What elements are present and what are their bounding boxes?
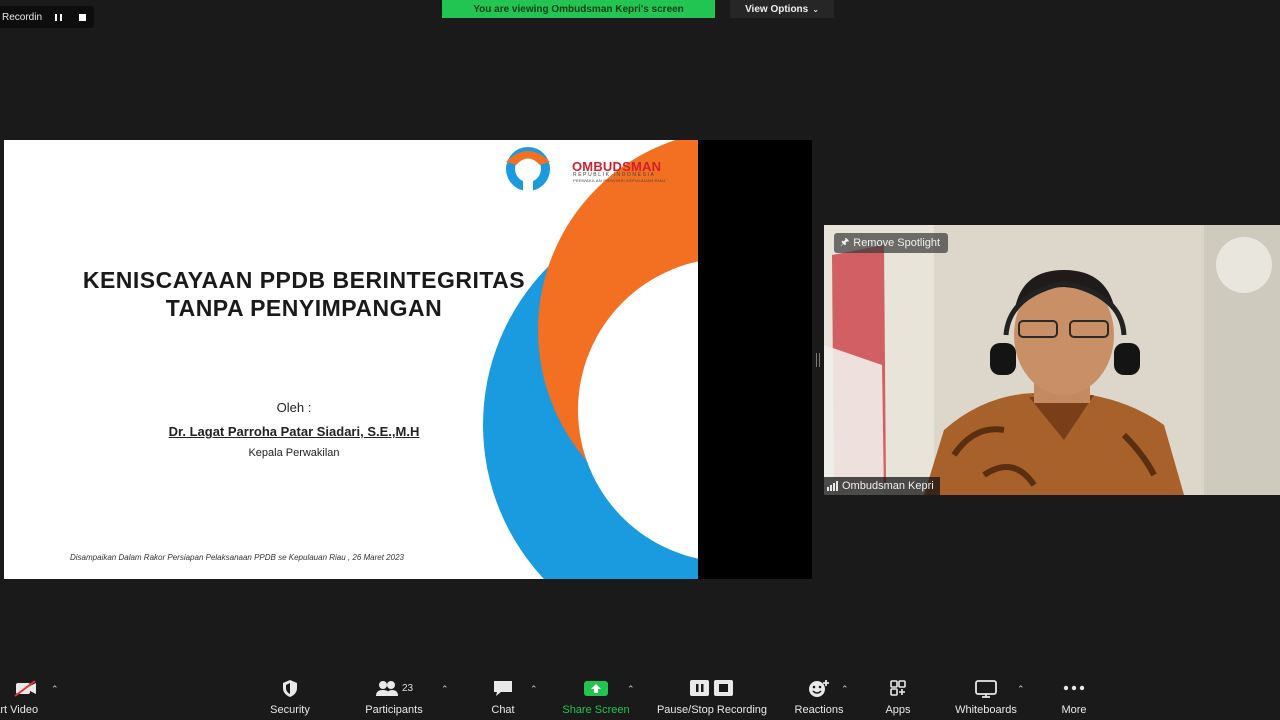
chat-options-caret[interactable]: ⌃ [530, 684, 538, 695]
presentation-slide: OMBUDSMAN REPUBLIK INDONESIA PERWAKILAN … [4, 140, 698, 579]
view-options-label: View Options [745, 3, 809, 15]
participants-icon: 23 [375, 676, 413, 700]
security-label: Security [270, 704, 310, 716]
participants-label: Participants [365, 704, 423, 716]
video-off-icon [11, 676, 37, 700]
chat-label: Chat [491, 704, 515, 716]
share-screen-icon [583, 676, 609, 700]
participant-video-tile[interactable]: 🖈 Remove Spotlight Ombudsman Kepri [824, 225, 1280, 495]
slide-presenter-role: Kepala Perwakilan [248, 447, 340, 459]
stop-recording-button[interactable] [74, 9, 90, 25]
view-options-button[interactable]: View Options ⌄ [730, 0, 834, 18]
reactions-button[interactable]: Reactions [790, 676, 848, 720]
participant-video-image [824, 225, 1280, 495]
shared-screen: OMBUDSMAN REPUBLIK INDONESIA PERWAKILAN … [4, 140, 812, 579]
shield-icon [280, 676, 300, 700]
remove-spotlight-label: Remove Spotlight [853, 237, 941, 249]
stop-icon [78, 13, 86, 21]
panel-splitter-handle[interactable] [815, 350, 821, 370]
zoom-meeting-window: Recording... You are viewing Ombudsman K… [0, 0, 1280, 720]
ombudsman-logo-icon [506, 147, 550, 196]
pause-icon [54, 13, 62, 21]
slide-presenter-name: Dr. Lagat Parroha Patar Siadari, S.E.,M.… [168, 424, 420, 439]
slide-by-label: Oleh : [276, 400, 312, 415]
slide-decorative-arcs [438, 140, 698, 579]
pause-recording-button[interactable] [50, 9, 66, 25]
apps-icon [888, 676, 908, 700]
slide-footer: Disampaikan Dalam Rakor Persiapan Pelaks… [70, 553, 404, 562]
more-button[interactable]: More [1052, 676, 1096, 720]
chat-button[interactable]: Chat [478, 676, 528, 720]
apps-label: Apps [885, 704, 911, 716]
participants-button[interactable]: 23 Participants [358, 676, 430, 720]
participants-count: 23 [401, 682, 414, 694]
video-options-caret[interactable]: ⌃ [51, 684, 59, 695]
more-label: More [1061, 704, 1087, 716]
reactions-label: Reactions [794, 704, 844, 716]
share-screen-label: Share Screen [562, 704, 630, 716]
recording-label: Pause/Stop Recording [656, 704, 768, 716]
meeting-toolbar: Start Video ⌃ Security 23 Participants ⌃… [0, 676, 1280, 720]
signal-strength-icon [827, 481, 838, 491]
recording-controls-icon [688, 676, 736, 700]
security-button[interactable]: Security [260, 676, 320, 720]
apps-button[interactable]: Apps [876, 676, 920, 720]
whiteboard-icon [974, 676, 998, 700]
recording-status-text: Recording... [2, 11, 42, 23]
start-video-label: Start Video [0, 704, 39, 716]
participants-options-caret[interactable]: ⌃ [441, 684, 449, 695]
participant-name-tag: Ombudsman Kepri [824, 477, 940, 495]
recording-indicator: Recording... [0, 6, 94, 28]
slide-title: KENISCAYAAN PPDB BERINTEGRITAS TANPA PEN… [4, 266, 604, 322]
reactions-options-caret[interactable]: ⌃ [841, 684, 849, 695]
whiteboards-button[interactable]: Whiteboards [946, 676, 1026, 720]
smiley-plus-icon [807, 676, 831, 700]
whiteboards-options-caret[interactable]: ⌃ [1017, 684, 1025, 695]
slide-title-line2: TANPA PENYIMPANGAN [165, 295, 443, 321]
share-screen-button[interactable]: Share Screen [558, 676, 634, 720]
chevron-down-icon: ⌄ [812, 4, 819, 14]
logo-unit: PERWAKILAN PROVINSI KEPULAUAN RIAU [573, 178, 666, 183]
viewing-screen-banner: You are viewing Ombudsman Kepri's screen [442, 0, 715, 18]
participant-name: Ombudsman Kepri [842, 480, 934, 492]
chat-icon [492, 676, 514, 700]
more-icon [1062, 676, 1086, 700]
share-options-caret[interactable]: ⌃ [627, 684, 635, 695]
pin-icon: 🖈 [840, 236, 850, 248]
remove-spotlight-button[interactable]: 🖈 Remove Spotlight [834, 233, 949, 253]
slide-title-line1: KENISCAYAAN PPDB BERINTEGRITAS [82, 267, 526, 293]
start-video-button[interactable]: Start Video [0, 676, 48, 720]
pause-stop-recording-button[interactable]: Pause/Stop Recording [650, 676, 774, 720]
whiteboards-label: Whiteboards [955, 704, 1017, 716]
